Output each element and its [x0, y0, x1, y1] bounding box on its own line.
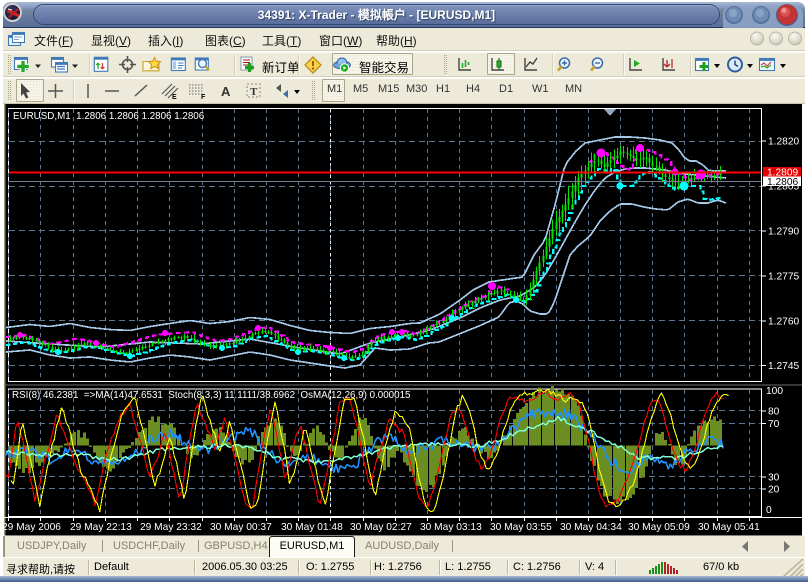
svg-text:30 May 02:27: 30 May 02:27 — [350, 522, 412, 533]
svg-text:29 May 2006: 29 May 2006 — [2, 522, 61, 533]
svg-text:30 May 05:09: 30 May 05:09 — [628, 522, 690, 533]
svg-text:30 May 04:34: 30 May 04:34 — [560, 522, 622, 533]
svg-text:1.2806: 1.2806 — [767, 177, 798, 188]
svg-text:100: 100 — [766, 386, 783, 397]
svg-text:1.2745: 1.2745 — [768, 361, 799, 372]
svg-text:30 May 03:55: 30 May 03:55 — [490, 522, 552, 533]
svg-text:30 May 05:41: 30 May 05:41 — [698, 522, 760, 533]
svg-text:30 May 03:13: 30 May 03:13 — [420, 522, 482, 533]
svg-text:EURUSD,M1 1.2806 1.2806 1.280: EURUSD,M1 1.2806 1.2806 1.2806 1.2806 — [13, 111, 205, 122]
svg-text:70: 70 — [768, 419, 780, 430]
svg-text:RSI(8) 46.2381 =>MA(14)47.653: RSI(8) 46.2381 =>MA(14)47.6531 Stoch(8,3… — [12, 390, 411, 401]
svg-text:0: 0 — [766, 505, 772, 516]
svg-text:29 May 23:32: 29 May 23:32 — [140, 522, 202, 533]
svg-text:1.2820: 1.2820 — [768, 137, 799, 148]
svg-text:30 May 00:37: 30 May 00:37 — [210, 522, 272, 533]
svg-text:30 May 01:48: 30 May 01:48 — [281, 522, 343, 533]
svg-text:1.2760: 1.2760 — [768, 316, 799, 327]
svg-text:F: F — [201, 94, 206, 100]
svg-text:30: 30 — [768, 473, 780, 484]
svg-text:T: T — [250, 86, 258, 98]
svg-text:A: A — [221, 84, 231, 99]
svg-text:1.2790: 1.2790 — [768, 227, 799, 238]
svg-text:80: 80 — [768, 407, 780, 418]
svg-text:29 May 22:13: 29 May 22:13 — [70, 522, 132, 533]
svg-text:E: E — [172, 94, 177, 100]
svg-text:1.2775: 1.2775 — [768, 271, 799, 282]
svg-text:20: 20 — [768, 485, 780, 496]
